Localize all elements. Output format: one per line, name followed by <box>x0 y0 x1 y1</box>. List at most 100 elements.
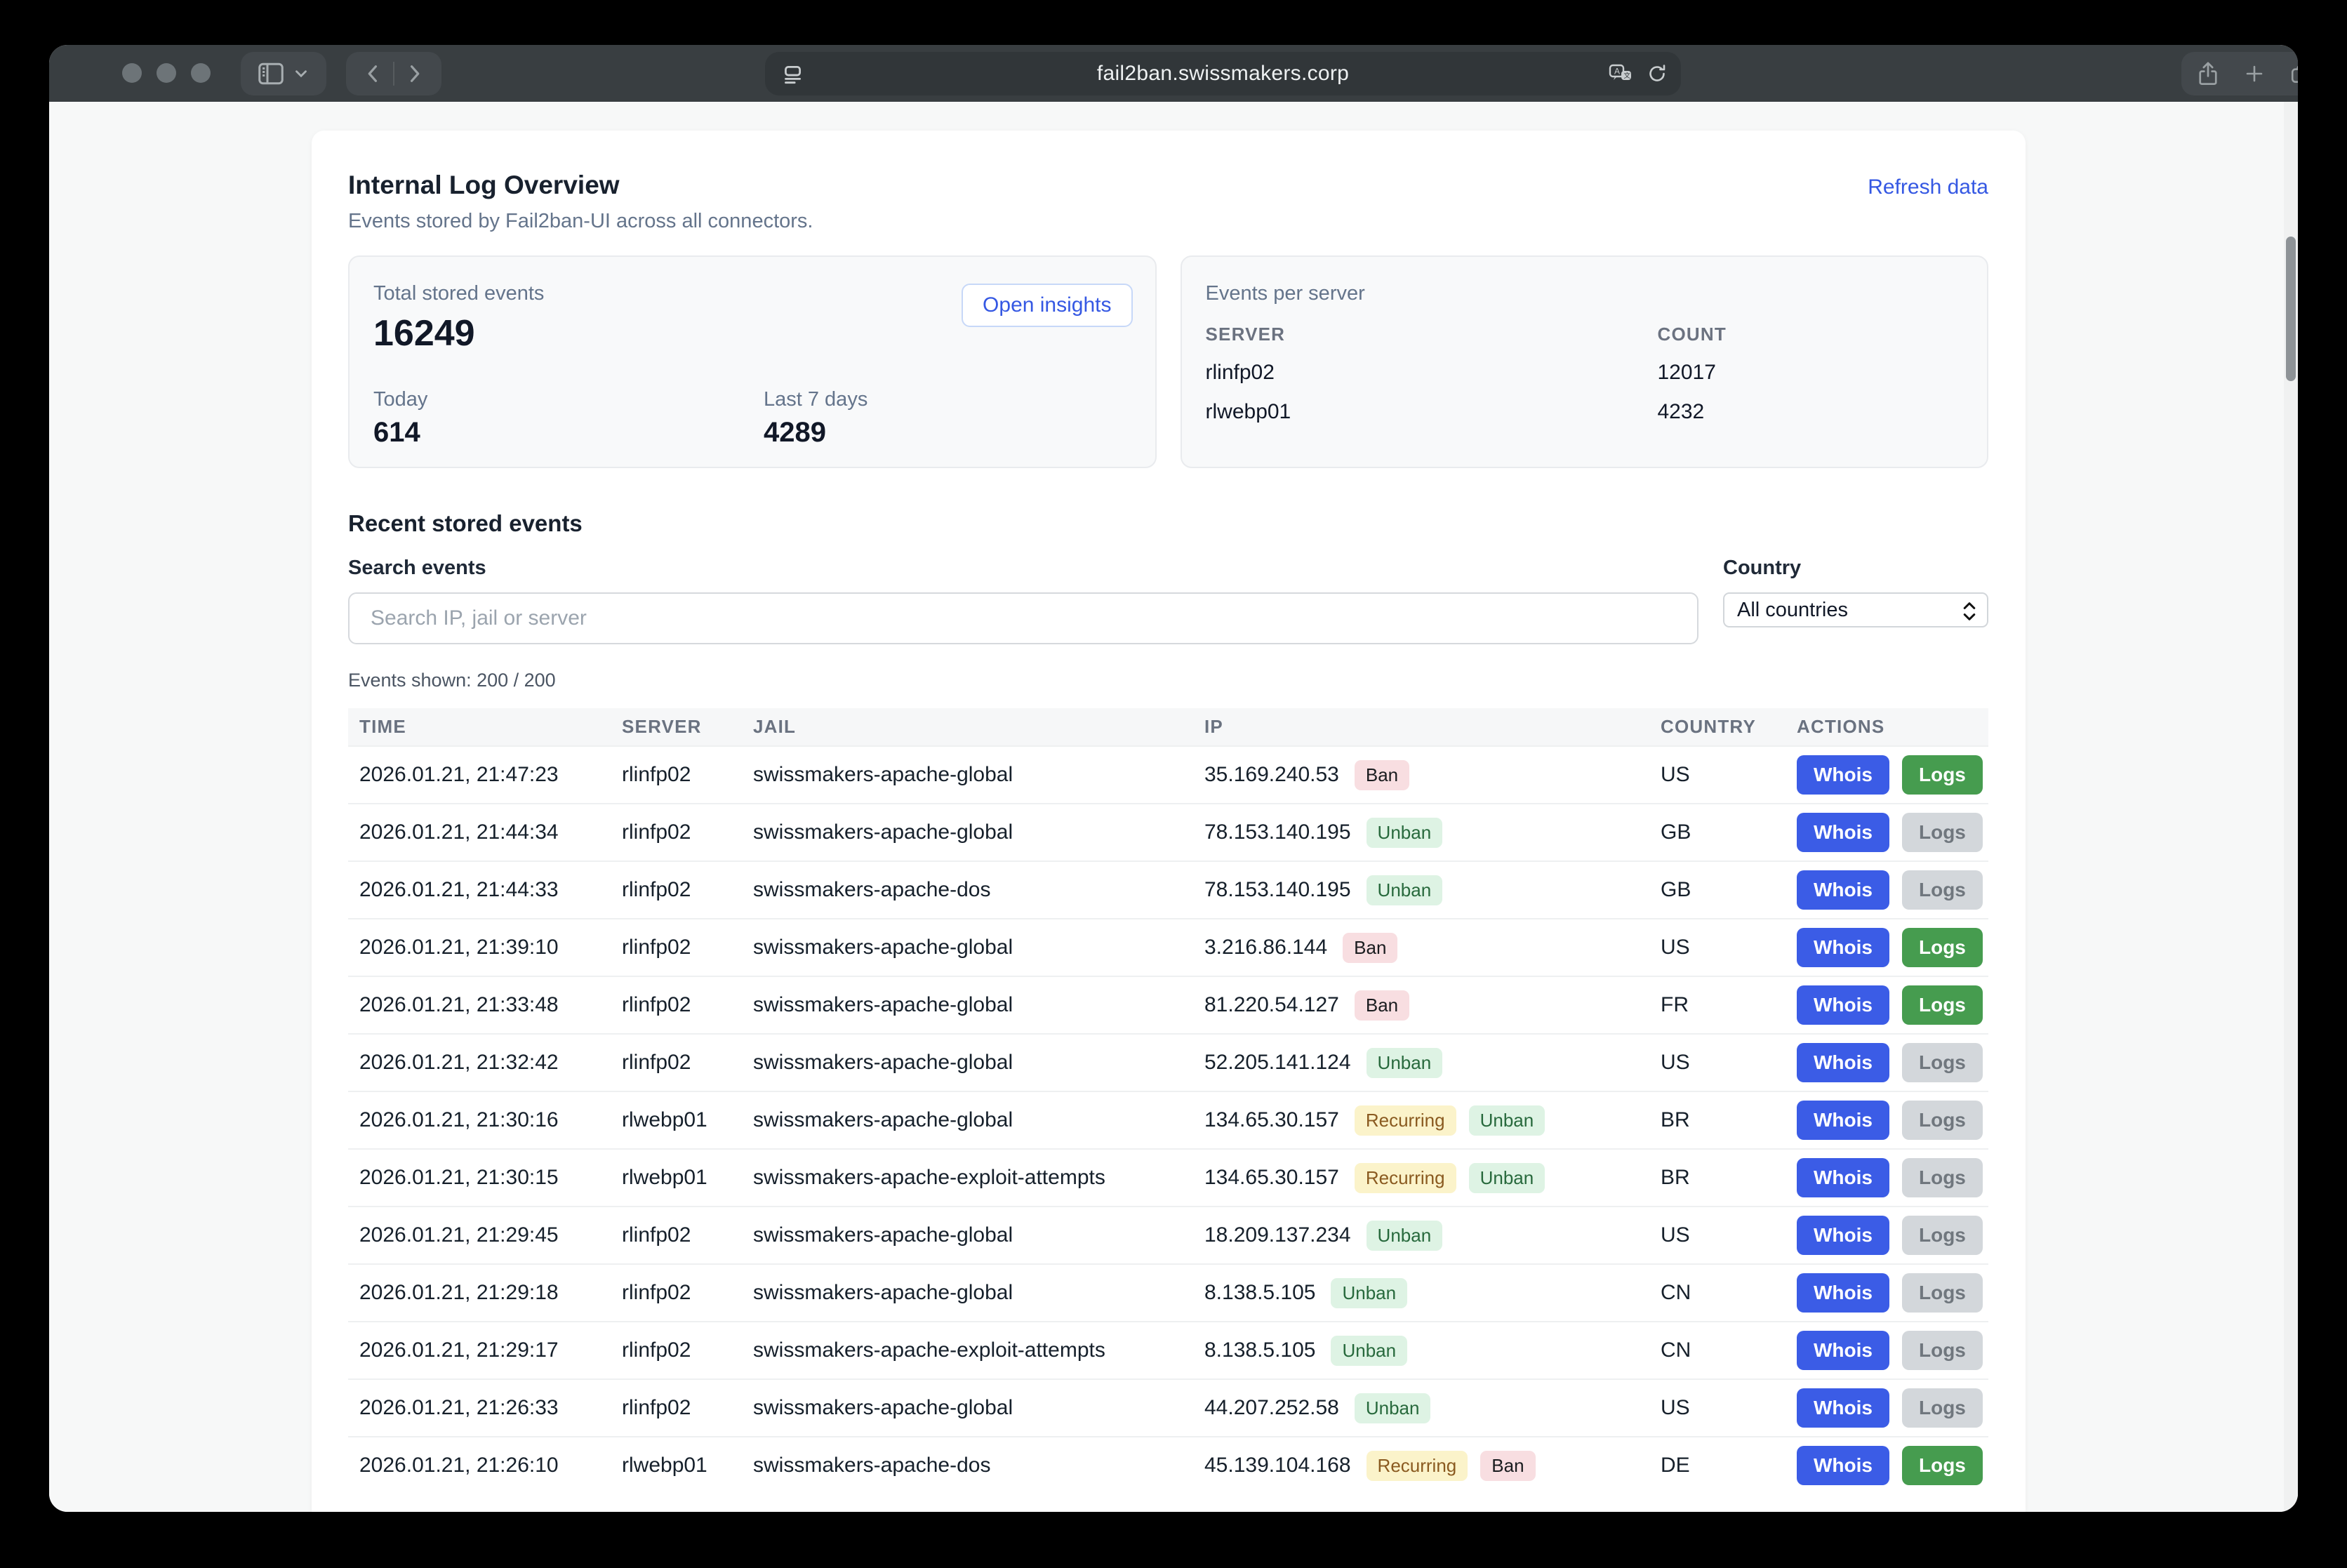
reload-button[interactable] <box>1646 62 1668 85</box>
whois-button[interactable]: Whois <box>1797 1158 1889 1197</box>
unban-badge: Unban <box>1367 875 1443 905</box>
event-time: 2026.01.21, 21:30:15 <box>348 1166 622 1190</box>
logs-button[interactable]: Logs <box>1902 1216 1983 1255</box>
select-updown-icon <box>1960 599 1979 623</box>
unban-badge: Unban <box>1367 1048 1443 1078</box>
event-time: 2026.01.21, 21:29:18 <box>348 1281 622 1305</box>
whois-button[interactable]: Whois <box>1797 1101 1889 1140</box>
logs-button[interactable]: Logs <box>1902 1043 1983 1082</box>
whois-button[interactable]: Whois <box>1797 985 1889 1025</box>
event-badges: Ban <box>1343 933 1397 963</box>
event-jail: swissmakers-apache-global <box>753 1223 1204 1247</box>
logs-button[interactable]: Logs <box>1902 1158 1983 1197</box>
whois-button[interactable]: Whois <box>1797 1216 1889 1255</box>
logs-button[interactable]: Logs <box>1902 1273 1983 1313</box>
event-ip: 45.139.104.168 <box>1204 1454 1351 1477</box>
tab-overview-icon[interactable] <box>2289 62 2298 85</box>
logs-button[interactable]: Logs <box>1902 1331 1983 1370</box>
recurring-badge: Recurring <box>1355 1163 1456 1193</box>
refresh-data-link[interactable]: Refresh data <box>1868 175 1988 199</box>
zoom-button[interactable] <box>191 63 211 83</box>
logs-button[interactable]: Logs <box>1902 755 1983 795</box>
unban-badge: Unban <box>1331 1336 1407 1366</box>
country-select-value: All countries <box>1737 599 1848 622</box>
event-country: GB <box>1661 820 1797 844</box>
whois-button[interactable]: Whois <box>1797 1388 1889 1428</box>
event-ip: 78.153.140.195 <box>1204 878 1351 902</box>
recurring-badge: Recurring <box>1355 1105 1456 1136</box>
whois-button[interactable]: Whois <box>1797 1446 1889 1485</box>
page-format-icon[interactable] <box>780 62 804 86</box>
event-server: rlinfp02 <box>622 1051 753 1075</box>
forward-button[interactable] <box>404 62 424 85</box>
logs-button[interactable]: Logs <box>1902 1388 1983 1428</box>
sidebar-toggle-group[interactable] <box>241 52 326 95</box>
event-ip: 134.65.30.157 <box>1204 1166 1339 1190</box>
unban-badge: Unban <box>1367 818 1443 848</box>
count-column-header: Count <box>1658 324 1727 345</box>
event-jail: swissmakers-apache-dos <box>753 1454 1204 1477</box>
whois-button[interactable]: Whois <box>1797 928 1889 967</box>
logs-button[interactable]: Logs <box>1902 870 1983 910</box>
recent-events-title: Recent stored events <box>348 510 1988 537</box>
event-time: 2026.01.21, 21:29:17 <box>348 1338 622 1362</box>
minimize-button[interactable] <box>157 63 176 83</box>
event-ip: 134.65.30.157 <box>1204 1108 1339 1132</box>
close-button[interactable] <box>122 63 142 83</box>
new-tab-icon[interactable] <box>2243 62 2266 85</box>
ban-badge: Ban <box>1355 990 1409 1021</box>
table-row: 2026.01.21, 21:39:10 rlinfp02 swissmaker… <box>348 918 1988 976</box>
logs-button[interactable]: Logs <box>1902 985 1983 1025</box>
server-count: 12017 <box>1658 361 1716 385</box>
country-select[interactable]: All countries <box>1723 592 1988 627</box>
event-badges: Unban <box>1367 818 1443 848</box>
event-server: rlinfp02 <box>622 820 753 844</box>
search-input[interactable] <box>348 592 1698 644</box>
whois-button[interactable]: Whois <box>1797 1273 1889 1313</box>
server-column-header: Server <box>1206 324 1658 345</box>
logs-button[interactable]: Logs <box>1902 813 1983 852</box>
logs-button[interactable]: Logs <box>1902 1101 1983 1140</box>
event-server: rlwebp01 <box>622 1454 753 1477</box>
per-server-row: rlwebp01 4232 <box>1206 400 1964 424</box>
sidebar-icon <box>257 61 285 86</box>
event-server: rlinfp02 <box>622 1338 753 1362</box>
open-insights-button[interactable]: Open insights <box>962 284 1132 327</box>
country-label: Country <box>1723 557 1988 580</box>
back-button[interactable] <box>364 62 383 85</box>
window-controls <box>122 63 211 83</box>
event-ip: 78.153.140.195 <box>1204 820 1351 844</box>
logs-button[interactable]: Logs <box>1902 928 1983 967</box>
event-jail: swissmakers-apache-global <box>753 763 1204 787</box>
events-shown-text: Events shown: 200 / 200 <box>348 670 1988 691</box>
event-ip: 8.138.5.105 <box>1204 1281 1315 1305</box>
share-icon[interactable] <box>2197 61 2219 86</box>
translate-button[interactable]: A 文 <box>1608 62 1633 86</box>
table-row: 2026.01.21, 21:33:48 rlinfp02 swissmaker… <box>348 976 1988 1033</box>
whois-button[interactable]: Whois <box>1797 813 1889 852</box>
ban-badge: Ban <box>1480 1451 1535 1481</box>
whois-button[interactable]: Whois <box>1797 1331 1889 1370</box>
svg-text:文: 文 <box>1624 72 1631 80</box>
scrollbar-track[interactable] <box>2284 102 2298 1512</box>
event-jail: swissmakers-apache-global <box>753 993 1204 1017</box>
column-header-jail: Jail <box>753 716 1204 738</box>
event-country: US <box>1661 1396 1797 1420</box>
address-bar[interactable]: fail2ban.swissmakers.corp A 文 <box>765 52 1681 95</box>
event-time: 2026.01.21, 21:29:45 <box>348 1223 622 1247</box>
column-header-country: Country <box>1661 716 1797 738</box>
whois-button[interactable]: Whois <box>1797 870 1889 910</box>
event-time: 2026.01.21, 21:26:10 <box>348 1454 622 1477</box>
event-server: rlwebp01 <box>622 1108 753 1132</box>
svg-text:A: A <box>1614 67 1620 77</box>
event-badges: Unban <box>1367 875 1443 905</box>
chevron-down-icon <box>292 65 310 83</box>
event-time: 2026.01.21, 21:30:16 <box>348 1108 622 1132</box>
whois-button[interactable]: Whois <box>1797 1043 1889 1082</box>
scrollbar-thumb[interactable] <box>2286 237 2296 381</box>
table-row: 2026.01.21, 21:26:10 rlwebp01 swissmaker… <box>348 1436 1988 1494</box>
event-country: GB <box>1661 878 1797 902</box>
whois-button[interactable]: Whois <box>1797 755 1889 795</box>
logs-button[interactable]: Logs <box>1902 1446 1983 1485</box>
table-row: 2026.01.21, 21:32:42 rlinfp02 swissmaker… <box>348 1033 1988 1091</box>
